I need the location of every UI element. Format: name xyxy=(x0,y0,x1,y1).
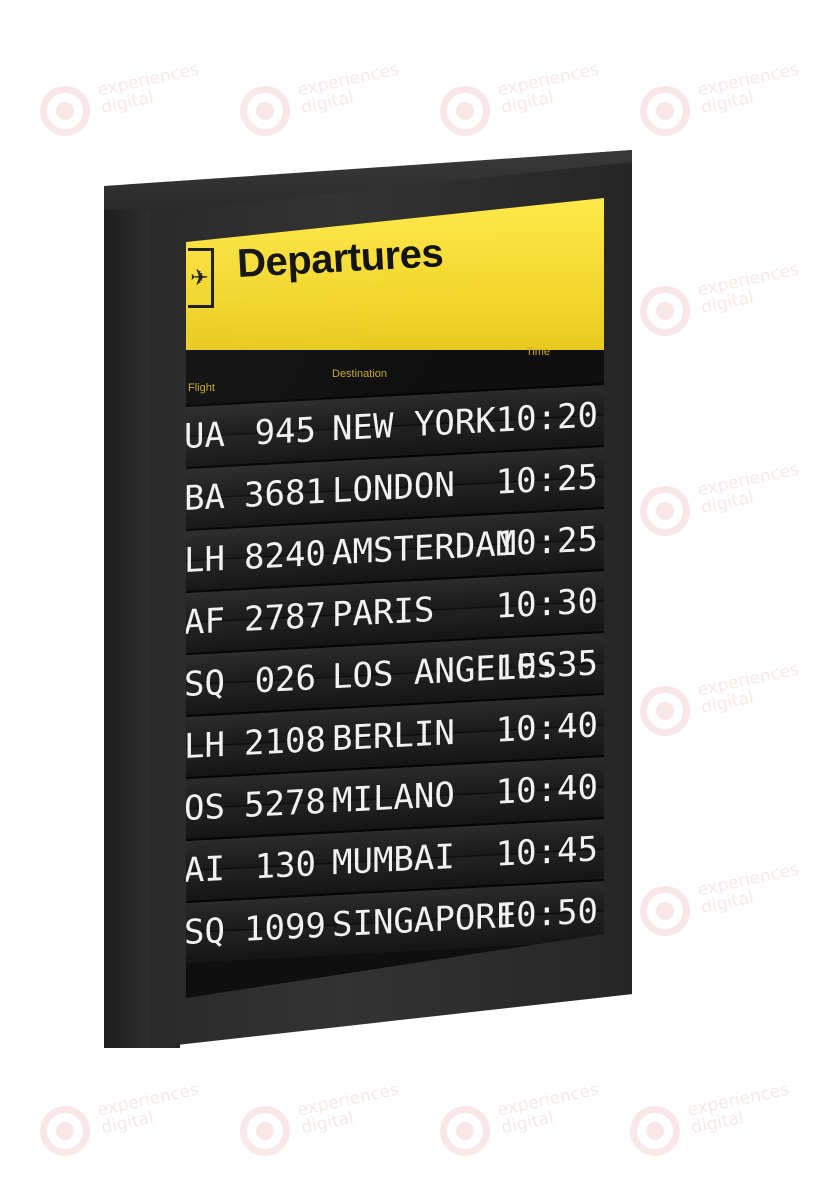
airline-code: SQ xyxy=(186,662,225,706)
plane-icon: ✈ xyxy=(188,248,214,308)
departure-time: 10:30 xyxy=(495,581,598,627)
watermark: experiences digital xyxy=(640,60,810,150)
watermark-logo-icon xyxy=(240,1106,290,1156)
header-flight: Flight xyxy=(188,382,215,394)
watermark-text: experiences digital xyxy=(695,859,801,919)
destination: BERLIN xyxy=(332,712,455,760)
flight-number: 2787 xyxy=(244,595,326,640)
airline-code: AF xyxy=(186,600,225,644)
flight-number: 945 xyxy=(254,410,316,454)
watermark-text: experiences digital xyxy=(95,59,201,119)
destination: NEW YORK xyxy=(332,400,496,450)
watermark-text: experiences digital xyxy=(695,59,801,119)
watermark: experiences digital xyxy=(240,60,410,150)
departure-time: 10:45 xyxy=(495,829,598,875)
airline-code: BA xyxy=(186,476,225,520)
airline-code: UA xyxy=(186,414,225,458)
watermark: experiences digital xyxy=(440,1080,610,1170)
departure-time: 10:25 xyxy=(495,457,598,503)
watermark-text: experiences digital xyxy=(295,1079,401,1139)
watermark-logo-icon xyxy=(640,886,690,936)
watermark-text: experiences digital xyxy=(695,659,801,719)
watermark: experiences digital xyxy=(640,260,810,350)
watermark-text: experiences digital xyxy=(495,59,601,119)
watermark: experiences digital xyxy=(640,460,810,550)
watermark-logo-icon xyxy=(630,1106,680,1156)
watermark-logo-icon xyxy=(640,486,690,536)
board-title: Departures xyxy=(236,231,445,286)
watermark: experiences digital xyxy=(640,660,810,750)
watermark-logo-icon xyxy=(640,86,690,136)
flight-number: 3681 xyxy=(244,471,326,516)
watermark: experiences digital xyxy=(630,1080,800,1170)
departures-list: UA 945 NEW YORK 10:20 BA 3681 LONDON 10:25 LH 824… xyxy=(186,383,604,963)
airline-code: OS xyxy=(186,786,225,830)
flight-number: 130 xyxy=(254,844,316,888)
watermark: experiences digital xyxy=(640,860,810,950)
watermark-text: experiences digital xyxy=(695,259,801,319)
departures-board: ✈ Departures Flight Destination Time UA 9… xyxy=(186,198,604,998)
departure-time: 10:35 xyxy=(495,643,598,689)
airline-code: LH xyxy=(186,538,225,582)
watermark-logo-icon xyxy=(440,86,490,136)
departure-time: 10:25 xyxy=(495,519,598,565)
airline-code: AI xyxy=(186,848,225,892)
airline-code: LH xyxy=(186,724,225,768)
header-time: Time xyxy=(526,346,551,358)
destination: LONDON xyxy=(332,464,455,512)
destination: AMSTERDAM xyxy=(332,523,517,574)
watermark-logo-icon xyxy=(40,1106,90,1156)
flight-number: 5278 xyxy=(244,781,326,826)
airline-code: SQ xyxy=(186,910,225,954)
watermark-text: experiences digital xyxy=(695,459,801,519)
watermark-text: experiences digital xyxy=(495,1079,601,1139)
flight-number: 2108 xyxy=(244,719,326,764)
destination: PARIS xyxy=(332,589,435,636)
watermark: experiences digital xyxy=(40,60,210,150)
flight-number: 8240 xyxy=(244,533,326,578)
watermark-logo-icon xyxy=(40,86,90,136)
destination: MUMBAI xyxy=(332,836,455,884)
flight-number: 026 xyxy=(254,658,316,702)
flight-number: 1099 xyxy=(244,905,326,950)
departure-time: 10:50 xyxy=(495,891,598,937)
header-destination: Destination xyxy=(332,368,388,380)
watermark-logo-icon xyxy=(640,286,690,336)
watermark-text: experiences digital xyxy=(295,59,401,119)
watermark-text: experiences digital xyxy=(685,1079,791,1139)
watermark: experiences digital xyxy=(440,60,610,150)
departure-time: 10:40 xyxy=(495,705,598,751)
destination: MILANO xyxy=(332,774,455,822)
watermark: experiences digital xyxy=(40,1080,210,1170)
watermark-logo-icon xyxy=(440,1106,490,1156)
watermark-text: experiences digital xyxy=(95,1079,201,1139)
departure-time: 10:40 xyxy=(495,767,598,813)
watermark-logo-icon xyxy=(640,686,690,736)
watermark: experiences digital xyxy=(240,1080,410,1170)
departure-time: 10:20 xyxy=(495,395,598,441)
watermark-logo-icon xyxy=(240,86,290,136)
destination: SINGAPORE xyxy=(332,895,517,946)
